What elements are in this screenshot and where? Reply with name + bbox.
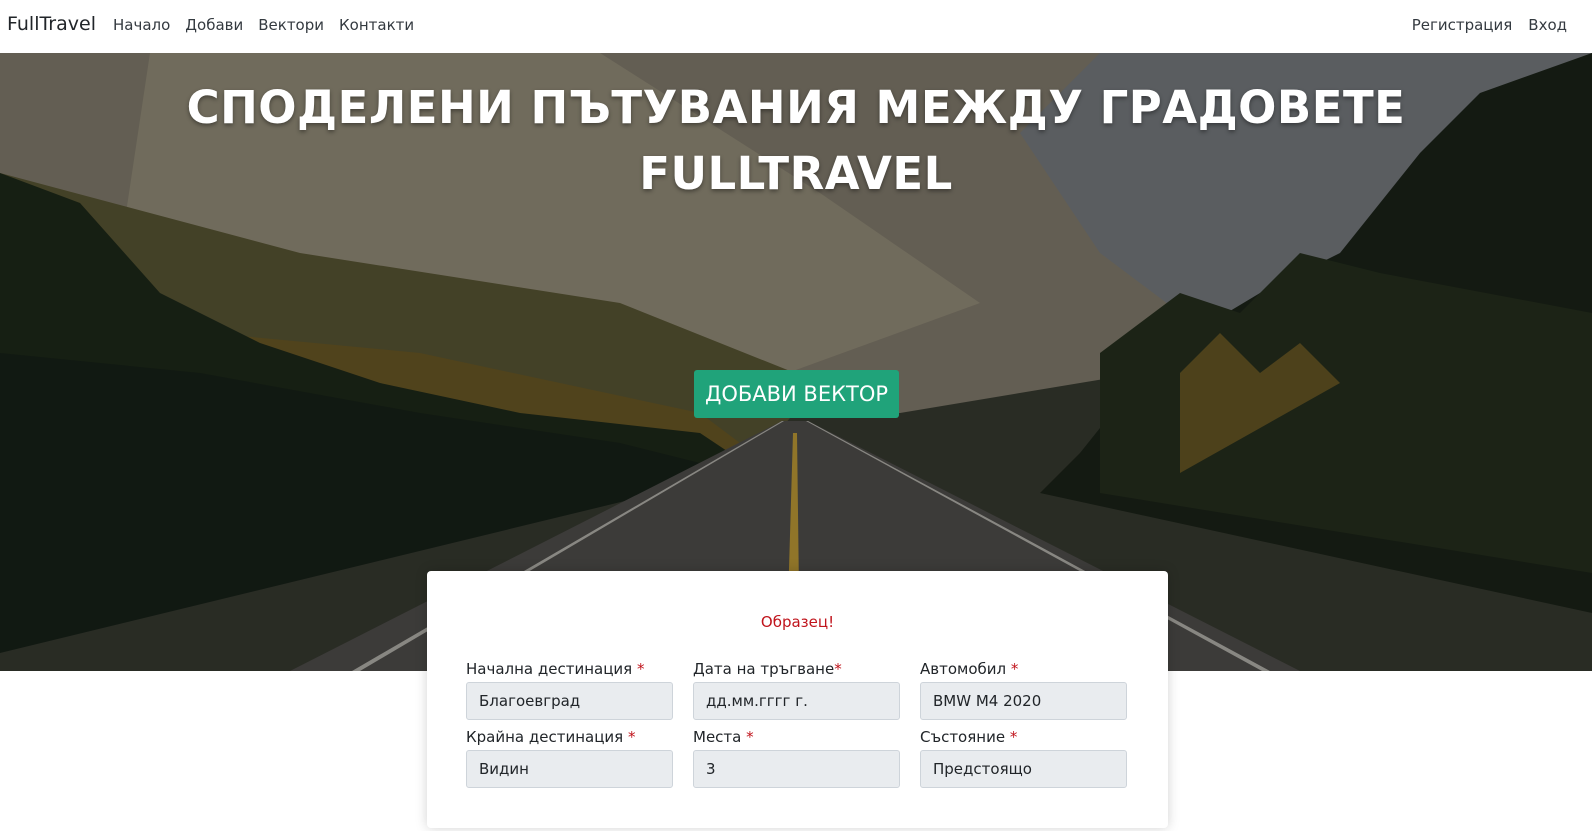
field-label: Автомобил * — [920, 660, 1019, 678]
field-label: Места * — [693, 728, 754, 746]
nav-links: Начало Добави Вектори Контакти — [113, 16, 429, 34]
end-destination-input[interactable]: Видин — [466, 750, 673, 788]
status-input[interactable]: Предстоящо — [920, 750, 1127, 788]
field-end-destination: Крайна дестинация * Видин — [466, 726, 673, 788]
add-vector-button[interactable]: ДОБАВИ ВЕКТОР — [694, 370, 899, 418]
hero-title: СПОДЕЛЕНИ ПЪТУВАНИЯ МЕЖДУ ГРАДОВЕТЕ FULL… — [0, 75, 1592, 207]
required-mark: * — [627, 728, 636, 746]
field-status: Състояние * Предстоящо — [920, 726, 1127, 788]
nav-link-register[interactable]: Регистрация — [1412, 16, 1513, 34]
field-label: Състояние * — [920, 728, 1018, 746]
car-input[interactable]: BMW M4 2020 — [920, 682, 1127, 720]
nav-auth-links: Регистрация Вход — [1396, 16, 1567, 34]
start-destination-input[interactable]: Благоевград — [466, 682, 673, 720]
required-mark: * — [636, 660, 645, 678]
required-mark: * — [1010, 660, 1019, 678]
field-departure-date: Дата на тръгване* дд.мм.гггг г. — [693, 658, 900, 720]
departure-date-input[interactable]: дд.мм.гггг г. — [693, 682, 900, 720]
field-car: Автомобил * BMW M4 2020 — [920, 658, 1127, 720]
field-label: Начална дестинация * — [466, 660, 645, 678]
sample-trip-card: Образец! Начална дестинация * Благоевгра… — [427, 571, 1168, 828]
field-seats: Места * 3 — [693, 726, 900, 788]
nav-link-vectors[interactable]: Вектори — [258, 16, 324, 34]
nav-link-contacts[interactable]: Контакти — [339, 16, 414, 34]
seats-input[interactable]: 3 — [693, 750, 900, 788]
brand-logo[interactable]: FullTravel — [7, 13, 96, 35]
required-mark: * — [746, 728, 754, 746]
field-start-destination: Начална дестинация * Благоевград — [466, 658, 673, 720]
navbar: FullTravel Начало Добави Вектори Контакт… — [0, 0, 1592, 53]
hero-title-line-1: СПОДЕЛЕНИ ПЪТУВАНИЯ МЕЖДУ ГРАДОВЕТЕ — [186, 81, 1406, 134]
sample-label: Образец! — [760, 613, 835, 631]
field-label: Крайна дестинация * — [466, 728, 636, 746]
hero-title-line-2: FULLTRAVEL — [639, 147, 953, 200]
nav-link-login[interactable]: Вход — [1528, 16, 1567, 34]
required-mark: * — [834, 660, 842, 678]
required-mark: * — [1009, 728, 1018, 746]
nav-link-add[interactable]: Добави — [185, 16, 243, 34]
field-label: Дата на тръгване* — [693, 660, 842, 678]
nav-link-home[interactable]: Начало — [113, 16, 170, 34]
